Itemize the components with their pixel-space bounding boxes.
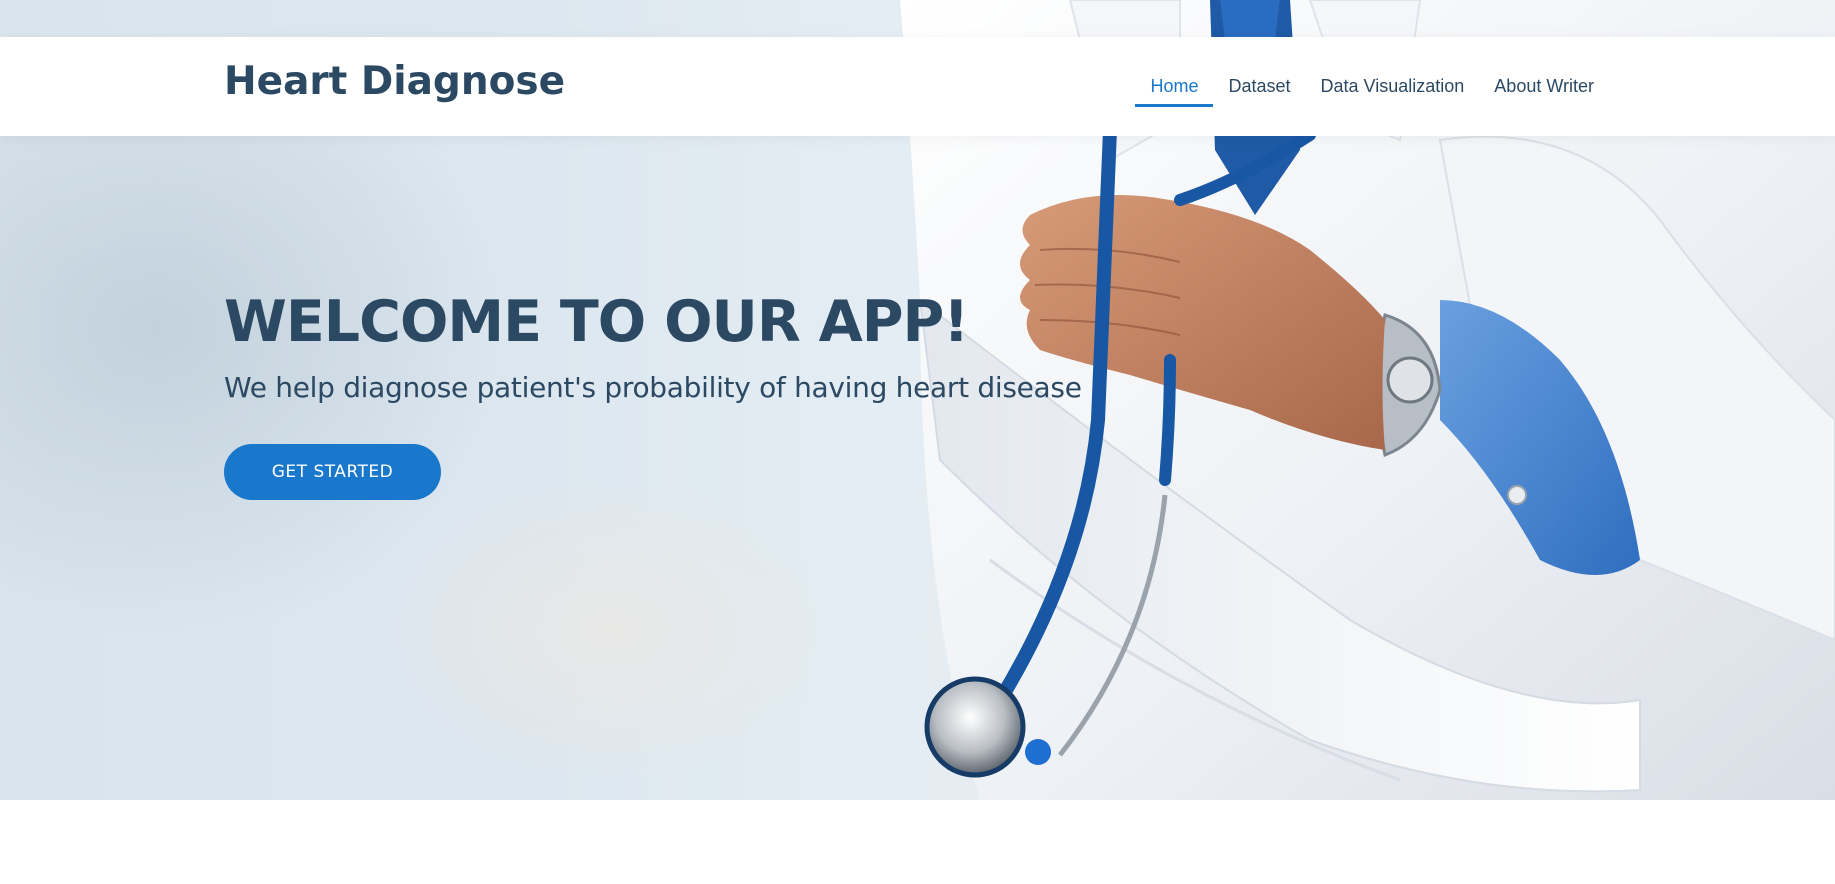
nav-item-data-visualization[interactable]: Data Visualization [1306, 37, 1480, 136]
nav-item-home[interactable]: Home [1135, 37, 1214, 136]
page: Heart Diagnose Home Dataset Data Visuali… [0, 0, 1835, 884]
site-logo[interactable]: Heart Diagnose [224, 59, 565, 104]
nav-item-about-writer[interactable]: About Writer [1479, 37, 1609, 136]
background-blur [380, 480, 840, 780]
hero-title: WELCOME TO OUR APP! [224, 289, 969, 355]
nav-item-dataset[interactable]: Dataset [1213, 37, 1305, 136]
site-header: Heart Diagnose Home Dataset Data Visuali… [0, 37, 1835, 136]
get-started-button[interactable]: GET STARTED [224, 444, 441, 500]
main-nav: Home Dataset Data Visualization About Wr… [1135, 37, 1609, 136]
hero-subtitle: We help diagnose patient's probability o… [224, 371, 1082, 404]
